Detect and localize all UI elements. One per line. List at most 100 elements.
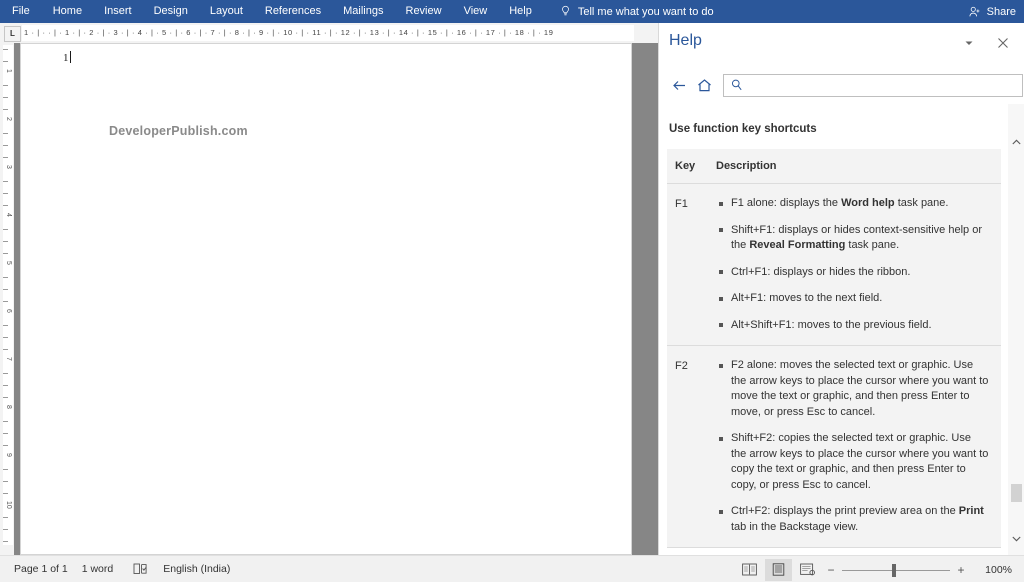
close-icon[interactable] (991, 31, 1015, 55)
table-cell-description: F2 alone: moves the selected text or gra… (713, 345, 1001, 548)
vertical-ruler-number: 3 (5, 165, 12, 169)
vertical-ruler[interactable]: 1 2 3 4 5 6 7 8 9 10 (0, 43, 15, 555)
ribbon-tab-design[interactable]: Design (143, 0, 199, 23)
emphasis-text: Print (958, 505, 984, 517)
ribbon-tab-layout[interactable]: Layout (199, 0, 254, 23)
vertical-ruler-tick (3, 385, 8, 386)
column-header-key: Key (667, 149, 713, 184)
vertical-ruler-tick (3, 85, 8, 86)
view-button-print-layout[interactable] (765, 558, 792, 581)
vertical-ruler-tick (3, 193, 8, 194)
table-cell-key: F2 (667, 345, 713, 548)
vertical-ruler-number: 9 (5, 453, 12, 457)
vertical-ruler-tick (3, 181, 8, 182)
search-icon (731, 79, 742, 91)
shortcut-list-item: Shift+F2: copies the selected text or gr… (719, 431, 989, 493)
text-cursor (69, 51, 71, 63)
table-row: F2 F2 alone: moves the selected text or g… (667, 345, 1001, 548)
vertical-ruler-tick (3, 517, 8, 518)
shortcut-list: F1 alone: displays the Word help task pa… (713, 196, 989, 333)
vertical-ruler-tick (3, 481, 8, 482)
shortcut-list-item: Alt+Shift+F1: moves to the previous fiel… (719, 318, 989, 334)
vertical-ruler-tick (3, 337, 8, 338)
help-pane-scrollbar[interactable] (1008, 104, 1024, 555)
proofing-errors-icon[interactable] (133, 562, 149, 576)
help-search-input[interactable] (744, 73, 1022, 97)
zoom-slider-thumb[interactable] (892, 563, 896, 577)
shortcut-list: F2 alone: moves the selected text or gra… (713, 358, 989, 535)
ribbon-tab-bar: File Home Insert Design Layout Reference… (0, 0, 1024, 23)
document-watermark: DeveloperPublish.com (109, 124, 248, 138)
ribbon-tab-references[interactable]: References (254, 0, 332, 23)
vertical-ruler-tick (3, 445, 8, 446)
horizontal-ruler[interactable]: L 1 · | · · | · 1 · | · 2 · | · 3 · | · … (0, 23, 658, 68)
vertical-ruler-tick (3, 541, 8, 542)
scrollbar-thumb[interactable] (1011, 484, 1022, 502)
vertical-ruler-number: 7 (5, 357, 12, 361)
language-indicator[interactable]: English (India) (163, 563, 230, 575)
person-add-icon (969, 6, 980, 16)
ribbon-tab-home[interactable]: Home (42, 0, 93, 23)
scroll-up-icon[interactable] (1008, 134, 1024, 151)
word-window: File Home Insert Design Layout Reference… (0, 0, 1024, 582)
word-count[interactable]: 1 word (82, 563, 114, 575)
help-pane-title: Help (669, 32, 702, 49)
shortcut-list-item: F2 alone: moves the selected text or gra… (719, 358, 989, 420)
vertical-ruler-tick (3, 289, 8, 290)
ribbon-tab-view[interactable]: View (453, 0, 499, 23)
zoom-out-button[interactable]: − (822, 559, 840, 581)
ruler-measurements: 1 · | · · | · 1 · | · 2 · | · 3 · | · 4 … (22, 25, 634, 41)
emphasis-text: Word help (841, 197, 895, 209)
vertical-ruler-tick (3, 97, 8, 98)
zoom-level-label[interactable]: 100% (978, 564, 1012, 576)
scroll-down-icon[interactable] (1008, 530, 1024, 547)
web-layout-icon (800, 563, 815, 576)
vertical-ruler-tick (3, 469, 8, 470)
view-button-web-layout[interactable] (794, 559, 821, 581)
share-button[interactable]: Share (968, 0, 1016, 23)
shortcut-list-item: Ctrl+F1: displays or hides the ribbon. (719, 265, 989, 281)
shortcut-list-item: Ctrl+F2: displays the print preview area… (719, 504, 989, 535)
document-line-number: 1 (63, 52, 69, 64)
vertical-ruler-number: 5 (5, 261, 12, 265)
document-canvas[interactable]: 1 DeveloperPublish.com (14, 43, 658, 555)
vertical-ruler-tick (3, 373, 8, 374)
status-bar: Page 1 of 1 1 word English (India) − + 1… (0, 555, 1024, 582)
help-pane-header: Help (659, 23, 1024, 66)
home-icon[interactable] (693, 74, 715, 96)
vertical-ruler-number: 4 (5, 213, 12, 217)
help-search-box[interactable] (723, 73, 1023, 97)
tell-me-box[interactable]: Tell me what you want to do (559, 5, 714, 18)
table-body: F1 F1 alone: displays the Word help task … (667, 183, 1001, 548)
tab-stop-selector[interactable]: L (4, 26, 21, 42)
ribbon-tab-mailings[interactable]: Mailings (332, 0, 394, 23)
back-arrow-icon[interactable] (668, 74, 690, 96)
vertical-ruler-tick (3, 109, 8, 110)
vertical-ruler-tick (3, 61, 8, 62)
column-header-description: Description (713, 149, 1001, 184)
vertical-ruler-tick (3, 397, 8, 398)
vertical-ruler-tick (3, 157, 8, 158)
vertical-ruler-tick (3, 145, 8, 146)
zoom-in-button[interactable]: + (952, 559, 970, 581)
view-button-read-mode[interactable] (736, 559, 763, 581)
vertical-ruler-tick (3, 49, 8, 50)
vertical-ruler-tick (3, 253, 8, 254)
ribbon-tab-review[interactable]: Review (395, 0, 453, 23)
vertical-ruler-tick (3, 277, 8, 278)
ribbon-tab-help[interactable]: Help (498, 0, 543, 23)
vertical-ruler-tick (3, 529, 8, 530)
ribbon-tab-file[interactable]: File (0, 0, 42, 23)
status-bar-right: − + 100% (735, 556, 1018, 583)
vertical-ruler-tick (3, 241, 8, 242)
page-indicator[interactable]: Page 1 of 1 (14, 563, 68, 575)
vertical-ruler-tick (3, 349, 8, 350)
zoom-slider[interactable] (842, 559, 950, 581)
document-page[interactable]: 1 DeveloperPublish.com (20, 43, 632, 555)
chevron-down-icon[interactable] (957, 31, 981, 55)
shortcut-list-item: F1 alone: displays the Word help task pa… (719, 196, 989, 212)
vertical-ruler-number: 1 (5, 69, 12, 73)
vertical-ruler-number: 8 (5, 405, 12, 409)
ribbon-tab-insert[interactable]: Insert (93, 0, 143, 23)
vertical-ruler-number: 2 (5, 117, 12, 121)
